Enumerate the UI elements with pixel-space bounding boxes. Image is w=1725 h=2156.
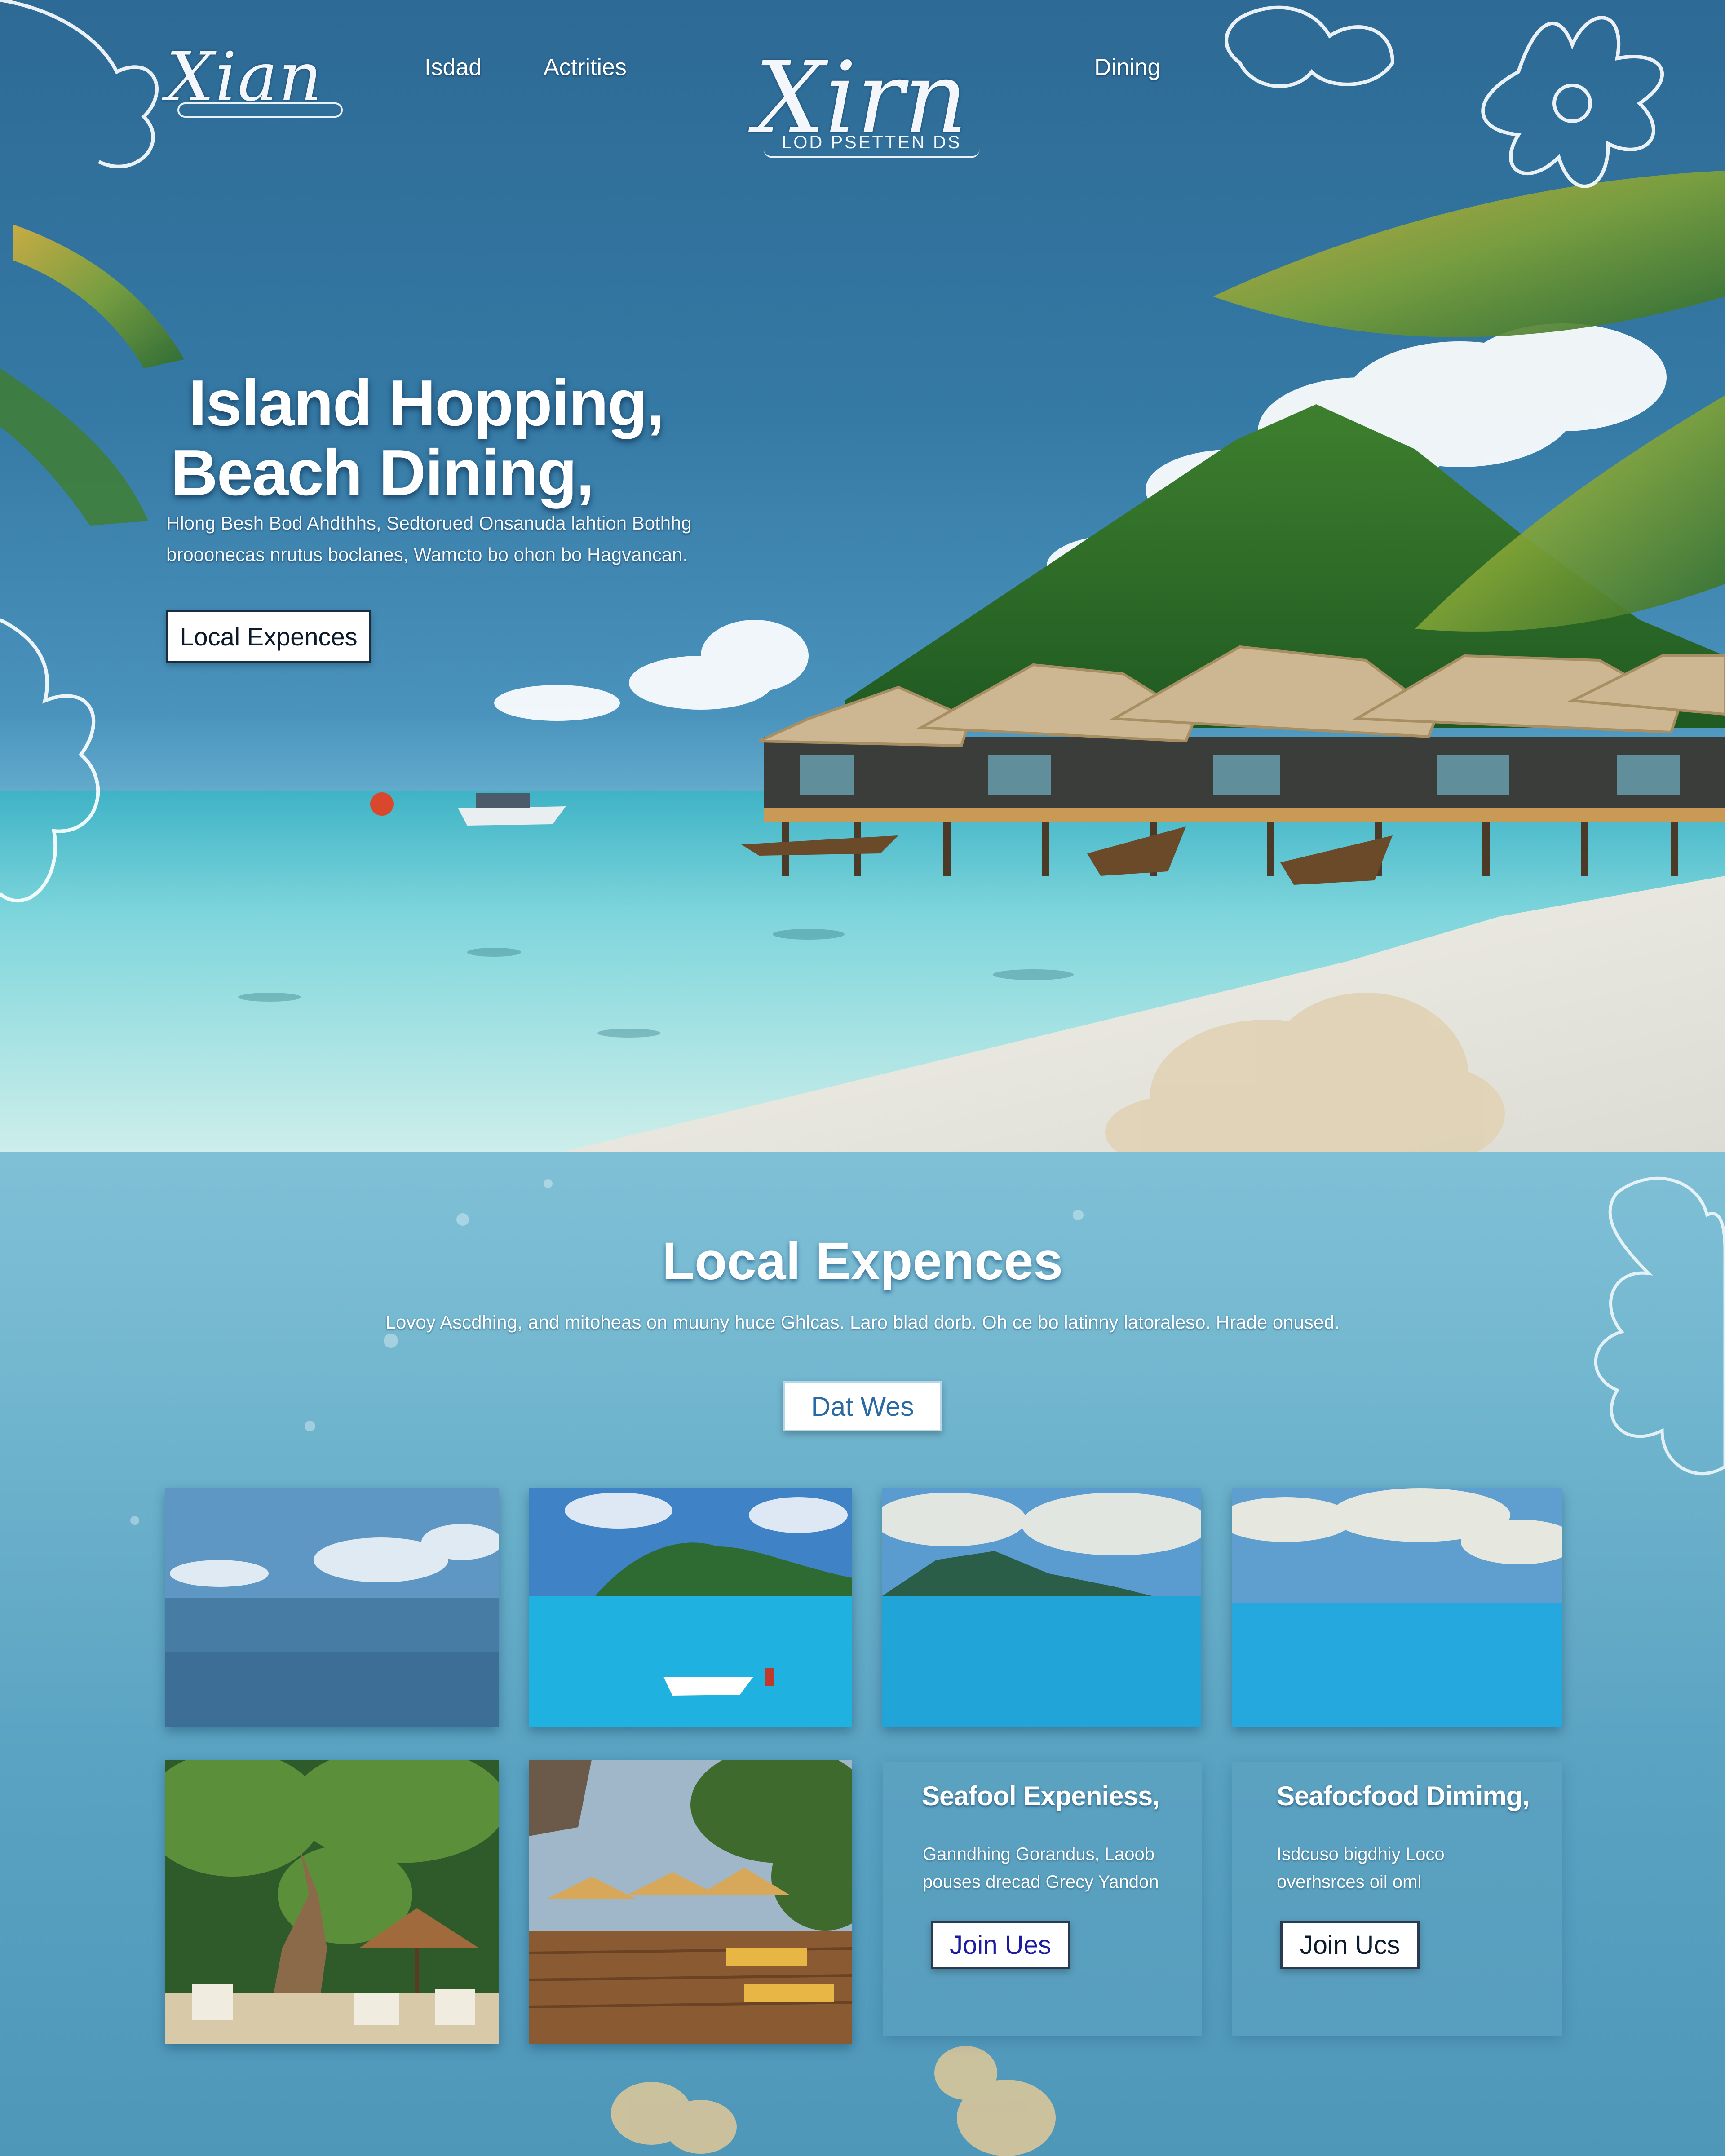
logo-left-underline xyxy=(177,102,343,118)
island-horizon-photo[interactable] xyxy=(882,1488,1201,1727)
island-boat-photo[interactable] xyxy=(529,1488,852,1727)
dat-wes-button[interactable]: Dat Wes xyxy=(783,1381,942,1431)
beach-deck-photo[interactable] xyxy=(529,1760,852,2044)
nav-item-activities[interactable]: Actrities xyxy=(544,54,627,81)
beach-deck-image xyxy=(529,1760,852,2044)
garden-dining-image xyxy=(165,1760,499,2044)
join-us-button-2[interactable]: Join Ucs xyxy=(1280,1921,1420,1969)
hero-title-line2: Beach Dining, xyxy=(171,436,594,509)
seafood-dining-title: Seafocfood Dimimg, xyxy=(1277,1781,1530,1811)
seafood-dining-card: Seafocfood Dimimg, Isdcuso bigdhiy Loco … xyxy=(1232,1762,1562,2036)
section-title: Local Expences xyxy=(662,1232,1063,1291)
seafood-experiences-card: Seafool Expeniess, Ganndhing Gorandus, L… xyxy=(883,1762,1202,2036)
island-horizon-image xyxy=(882,1488,1201,1727)
calm-sea-photo[interactable] xyxy=(1232,1488,1562,1727)
join-us-button-1[interactable]: Join Ues xyxy=(931,1921,1070,1969)
local-expences-button[interactable]: Local Expences xyxy=(166,610,371,663)
hero-title: Island Hopping, Beach Dining, xyxy=(171,367,664,509)
seafood-dining-description: Isdcuso bigdhiy Loco overhsrces oil oml xyxy=(1277,1844,1445,1892)
garden-dining-photo[interactable] xyxy=(165,1760,499,2044)
hero-beach-illustration xyxy=(0,0,1725,1152)
nav-item-island[interactable]: Isdad xyxy=(425,54,482,81)
hero-description: Hlong Besh Bod Ahdthhs, Sedtorued Onsanu… xyxy=(166,512,692,565)
seafood-experiences-description: Ganndhing Gorandus, Laoob pouses drecad … xyxy=(923,1844,1159,1892)
nav-item-dining[interactable]: Dining xyxy=(1094,54,1160,81)
hero-title-line1: Island Hopping, xyxy=(189,367,664,439)
brand-logo-tagline: LOD PSETTEN DS xyxy=(764,133,980,158)
calm-sea-image xyxy=(1232,1488,1562,1727)
open-sea-photo[interactable] xyxy=(165,1488,499,1727)
island-boat-image xyxy=(529,1488,852,1727)
section-description: Lovoy Ascdhing, and mitoheas on muuny hu… xyxy=(385,1312,1340,1333)
seafood-experiences-title: Seafool Expeniess, xyxy=(922,1781,1160,1811)
page: Xian Isdad Actrities Xirn LOD PSETTEN DS… xyxy=(0,0,1725,2156)
hero-section: Xian Isdad Actrities Xirn LOD PSETTEN DS… xyxy=(0,0,1725,1152)
open-sea-image xyxy=(165,1488,499,1727)
